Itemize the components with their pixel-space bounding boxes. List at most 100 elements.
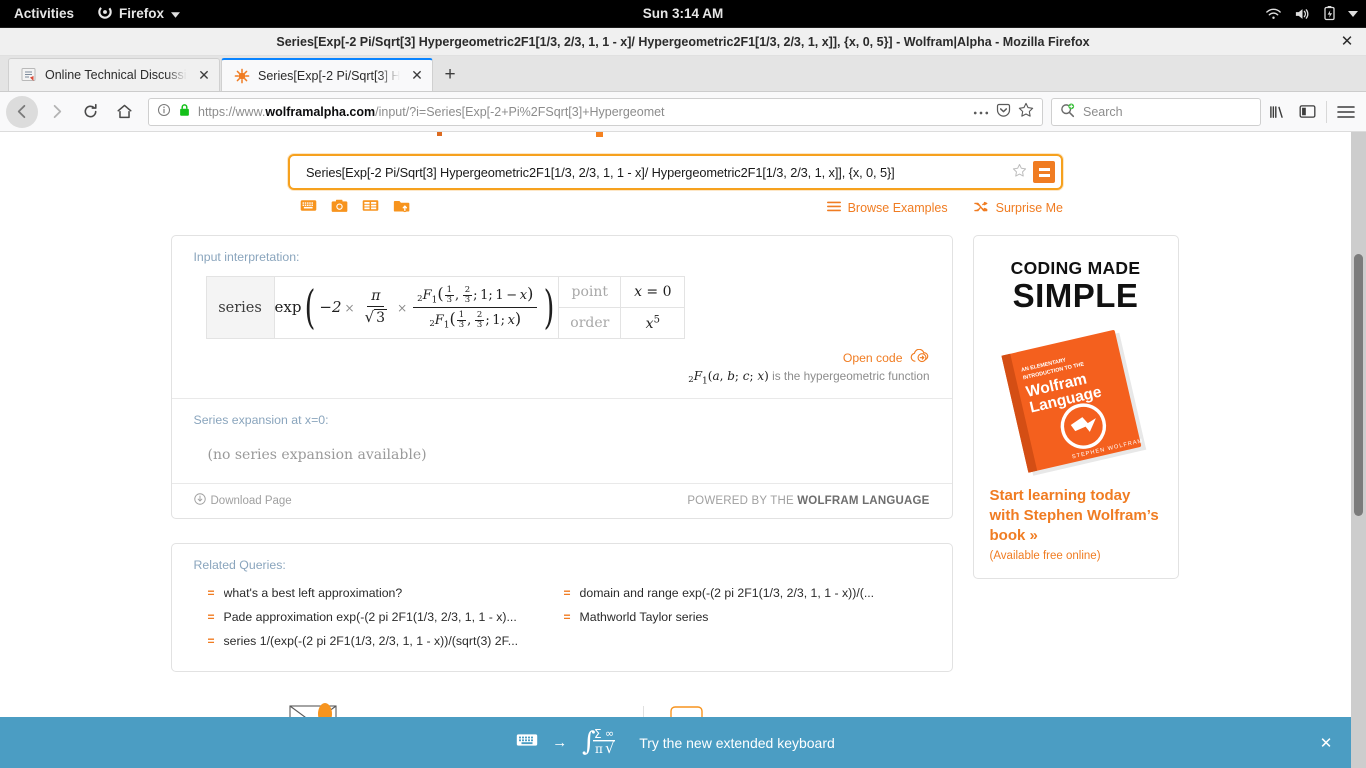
sidebar-column: CODING MADE SIMPLE AN ELEMENTARY INTRODU…: [972, 235, 1179, 580]
clock[interactable]: Sun 3:14 AM: [0, 6, 1366, 21]
open-code-cloud-icon[interactable]: [910, 348, 930, 366]
reload-icon[interactable]: [74, 96, 106, 128]
ad-headline-top: CODING MADE: [1010, 258, 1141, 278]
param-label-point: point: [558, 276, 622, 308]
lock-icon[interactable]: [178, 103, 191, 120]
related-query-item[interactable]: = series 1/(exp(-(2 pi 2F1(1/3, 2/3, 1, …: [208, 634, 548, 650]
results-main-column: Input interpretation: series exp(−2 × π √…: [170, 235, 953, 673]
surprise-me-button[interactable]: Surprise Me: [973, 201, 1063, 216]
query-toolbar: Browse Examples Surprise Me: [288, 197, 1063, 219]
expression-math: exp(−2 × π √ 3 × 2F1(1 3, 2 3; 1; 1 − x) 2F1(…: [274, 280, 555, 335]
bookmark-star-icon[interactable]: [1018, 102, 1034, 121]
page-info-icon[interactable]: [157, 103, 171, 120]
window-close-button[interactable]: ✕: [1338, 33, 1356, 51]
related-query-item[interactable]: = domain and range exp(-(2 pi 2F1(1/3, 2…: [564, 586, 930, 602]
favorite-star-icon[interactable]: [1008, 163, 1030, 182]
browser-tab-online-technical-discussion[interactable]: Online Technical Discussi ✕: [8, 58, 220, 91]
desktop-top-bar: Activities Firefox Sun 3:14 AM: [0, 0, 1366, 27]
file-upload-icon[interactable]: [393, 199, 410, 218]
browser-tab-wolframalpha[interactable]: Series[Exp[-2 Pi/Sqrt[3] H ✕: [221, 58, 433, 91]
search-placeholder: Search: [1083, 104, 1123, 119]
related-query-label: series 1/(exp(-(2 pi 2F1(1/3, 2/3, 1, 1 …: [223, 633, 519, 648]
back-icon[interactable]: [6, 95, 38, 128]
new-tab-button[interactable]: +: [434, 59, 466, 91]
forward-icon[interactable]: [40, 96, 72, 128]
input-method-icons: [288, 199, 410, 218]
param-value-point: x = 0: [620, 276, 686, 308]
data-table-icon[interactable]: [362, 199, 379, 217]
library-icon[interactable]: [1263, 98, 1291, 126]
tab-close-button[interactable]: ✕: [195, 66, 213, 84]
tab-label: Online Technical Discussi: [45, 68, 187, 82]
pocket-icon[interactable]: [996, 103, 1011, 121]
tab-close-button[interactable]: ✕: [408, 67, 426, 85]
related-query-item[interactable]: = what's a best left approximation?: [208, 586, 548, 602]
activities-button[interactable]: Activities: [8, 6, 80, 21]
download-page-button[interactable]: Download Page: [193, 493, 292, 508]
system-indicators[interactable]: [1265, 6, 1358, 21]
related-query-item[interactable]: = Pade approximation exp(-(2 pi 2F1(1/3,…: [208, 610, 548, 626]
page-actions-icon[interactable]: [973, 105, 989, 119]
equals-bullet-icon: =: [207, 609, 215, 624]
search-input[interactable]: Search: [1051, 97, 1261, 126]
firefox-icon: [98, 5, 112, 22]
related-queries-grid: = what's a best left approximation? = do…: [194, 584, 930, 665]
ad-cta-link[interactable]: Start learning today with Stephen Wolfra…: [990, 486, 1162, 547]
scrollbar-thumb[interactable]: [1354, 254, 1363, 516]
top-bar-left: Activities Firefox: [8, 5, 181, 22]
logo-fragment-right: [596, 132, 603, 137]
extended-keyboard-banner: → ∫ Σ ∞ π √ Try the new extended keyboar…: [0, 717, 1351, 768]
home-icon[interactable]: [108, 96, 140, 128]
equals-bullet-icon: =: [207, 633, 215, 648]
wolframalpha-logo-clipped: [0, 132, 1336, 138]
shuffle-icon: [973, 201, 989, 216]
equals-bullet-icon: =: [563, 609, 571, 624]
related-query-label: Pade approximation exp(-(2 pi 2F1(1/3, 2…: [223, 609, 517, 624]
param-value-order: x5: [620, 307, 686, 339]
query-bar[interactable]: Series[Exp[-2 Pi/Sqrt[3] Hypergeometric2…: [288, 154, 1063, 190]
app-menu-firefox[interactable]: Firefox: [98, 5, 181, 22]
surprise-me-label: Surprise Me: [995, 201, 1063, 215]
banner-close-button[interactable]: ✕: [1317, 734, 1335, 752]
tab-label: Series[Exp[-2 Pi/Sqrt[3] H: [258, 68, 400, 83]
query-bar-region: Series[Exp[-2 Pi/Sqrt[3] Hypergeometric2…: [0, 154, 1351, 190]
equals-submit-icon[interactable]: [1033, 161, 1055, 183]
page-scrollbar[interactable]: [1351, 132, 1366, 768]
powered-prefix: POWERED BY THE: [687, 494, 798, 507]
result-pod-card: Input interpretation: series exp(−2 × π √…: [170, 235, 953, 520]
open-code-label[interactable]: Open code: [843, 351, 903, 365]
related-query-item[interactable]: = Mathworld Taylor series: [564, 610, 930, 626]
book-cover-image: AN ELEMENTARY INTRODUCTION TO THE Wolfra…: [990, 328, 1162, 478]
equals-bullet-icon: =: [207, 586, 215, 601]
tab-strip: Online Technical Discussi ✕ Series[Exp[-…: [0, 56, 1366, 92]
pod-title: Input interpretation:: [193, 250, 300, 264]
related-query-label: Mathworld Taylor series: [579, 609, 709, 624]
chevron-down-icon[interactable]: [1348, 10, 1358, 17]
pod-title: Related Queries:: [193, 558, 286, 573]
url-bar[interactable]: https://www.wolframalpha.com/input/?i=Se…: [148, 97, 1043, 126]
banner-arrow: →: [552, 734, 568, 751]
extended-keyboard-icon[interactable]: [300, 199, 317, 217]
query-input[interactable]: Series[Exp[-2 Pi/Sqrt[3] Hypergeometric2…: [306, 165, 1008, 180]
camera-input-icon[interactable]: [331, 199, 348, 218]
window-title: Series[Exp[-2 Pi/Sqrt[3] Hypergeometric2…: [276, 34, 1090, 49]
url-path: /input/?i=Series[Exp[-2+Pi%2FSqrt[3]+Hyp…: [375, 104, 665, 119]
advertisement-card[interactable]: CODING MADE SIMPLE AN ELEMENTARY INTRODU…: [972, 235, 1179, 580]
url-scheme: https://www.: [198, 104, 266, 119]
firefox-window: Series[Exp[-2 Pi/Sqrt[3] Hypergeometric2…: [0, 27, 1366, 768]
wolframalpha-icon: [234, 68, 250, 84]
legend-text: is the hypergeometric function: [772, 369, 930, 383]
pod-series-expansion: Series expansion at x=0: (no series expa…: [172, 399, 952, 483]
download-page-label: Download Page: [210, 494, 292, 507]
wifi-icon: [1265, 7, 1282, 21]
browse-examples-button[interactable]: Browse Examples: [826, 201, 948, 215]
banner-text: Try the new extended keyboard: [639, 734, 835, 751]
sidebar-icon[interactable]: [1293, 98, 1321, 126]
hamburger-menu-icon[interactable]: [1332, 98, 1360, 126]
window-titlebar: Series[Exp[-2 Pi/Sqrt[3] Hypergeometric2…: [0, 28, 1366, 56]
related-query-label: what's a best left approximation?: [223, 586, 403, 601]
series-label-cell: series: [205, 276, 275, 339]
results-area: Input interpretation: series exp(−2 × π √…: [170, 235, 1181, 673]
param-label-order: order: [558, 307, 622, 339]
wolframalpha-page: Series[Exp[-2 Pi/Sqrt[3] Hypergeometric2…: [0, 132, 1351, 768]
